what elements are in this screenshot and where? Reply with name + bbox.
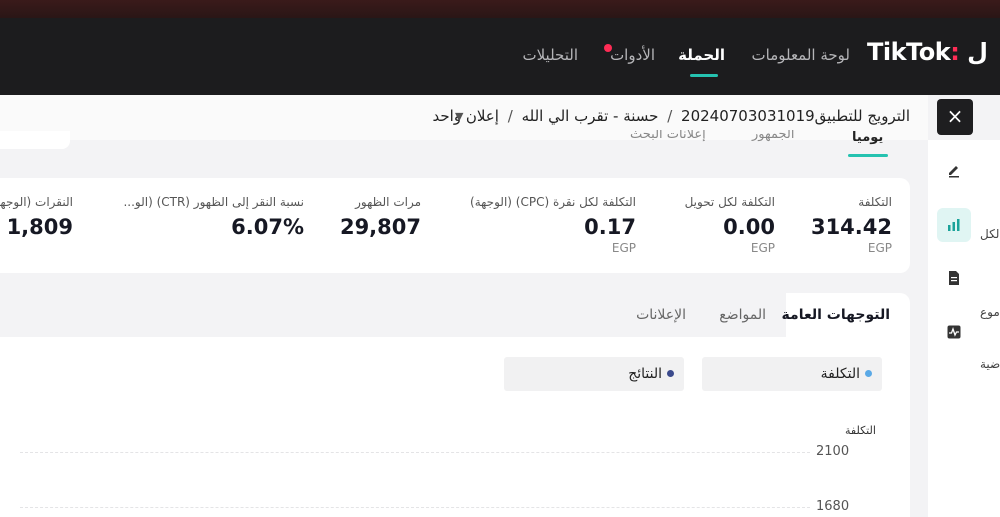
breadcrumb: الترويج للتطبيق20240703031019 / حسنة - ت…: [433, 107, 910, 125]
metric-value: 0.00: [723, 215, 775, 239]
metric-unit: EGP: [611, 241, 636, 255]
metric-unit: EGP: [867, 241, 892, 255]
metric-ctr[interactable]: نسبة النقر إلى الظهور (CTR) (الو... 6.07…: [123, 195, 304, 239]
legend-results-dot: [667, 370, 674, 377]
tab-audience[interactable]: الجمهور: [752, 130, 794, 142]
y-tick-label: 2100: [816, 444, 850, 459]
metric-value: 314.42: [810, 215, 892, 239]
tab-daily[interactable]: يوميا: [852, 130, 883, 145]
nav-analytics[interactable]: التحليلات: [522, 46, 578, 64]
legend-results-selector[interactable]: النتائج: [504, 357, 684, 391]
metric-label: التكلفة: [858, 195, 892, 209]
legend-results-label: النتائج: [628, 366, 662, 382]
gridline: [20, 507, 810, 509]
metric-label: النقرات (الوجهة: [0, 195, 73, 209]
browser-strip: [0, 0, 1000, 18]
gridline: [20, 452, 810, 454]
nav-campaign[interactable]: الحملة: [678, 46, 725, 64]
breadcrumb-campaign[interactable]: الترويج للتطبيق20240703031019: [681, 107, 910, 125]
tab-daily-underline: [848, 154, 888, 157]
metric-impressions[interactable]: مرات الظهور 29,807: [340, 195, 421, 239]
breadcrumb-separator: /: [507, 107, 513, 125]
tab-ads[interactable]: الإعلانات: [636, 307, 686, 323]
y-axis-label: التكلفة: [845, 424, 876, 437]
metric-cpc[interactable]: التكلفة لكل نقرة (CPC) (الوجهة) 0.17 EGP: [470, 195, 636, 255]
chevron-down-icon[interactable]: ▼: [455, 110, 463, 123]
metric-unit: EGP: [750, 241, 775, 255]
rail-text: ضية: [980, 357, 1000, 371]
notification-dot: [604, 44, 612, 52]
metric-clicks[interactable]: النقرات (الوجهة 1,809: [0, 195, 73, 239]
rail-text: الكل: [980, 227, 1000, 241]
close-button[interactable]: ×: [937, 99, 973, 135]
metric-label: مرات الظهور: [355, 195, 421, 209]
y-tick-label: 1680: [816, 499, 850, 514]
metric-value: 1,809: [6, 215, 73, 239]
edit-icon[interactable]: [937, 154, 971, 188]
breadcrumb-ad[interactable]: إعلان واحد: [433, 107, 499, 125]
activity-icon[interactable]: [937, 315, 971, 349]
metric-label: التكلفة لكل نقرة (CPC) (الوجهة): [470, 195, 636, 209]
nav-active-underline: [690, 74, 718, 77]
legend-cost-dot: [865, 370, 872, 377]
tab-search-ads[interactable]: إعلانات البحث: [630, 130, 706, 142]
breadcrumb-adgroup[interactable]: حسنة - تقرب الي الله: [522, 107, 659, 125]
nav-tools[interactable]: الأدوات: [610, 46, 655, 64]
metric-value: 29,807: [339, 215, 421, 239]
metric-value: 0.17: [584, 215, 636, 239]
metric-label: التكلفة لكل تحويل: [684, 195, 775, 209]
sub-tabs: إعلانات البحث الجمهور يوميا: [600, 130, 910, 158]
metric-cost[interactable]: التكلفة 314.42 EGP: [811, 195, 892, 255]
legend-cost-selector[interactable]: التكلفة: [702, 357, 882, 391]
document-icon[interactable]: [937, 261, 971, 295]
top-navigation-bar: [0, 0, 1000, 95]
tiktok-logo[interactable]: TikTok: ل: [867, 38, 989, 66]
date-picker-card: [0, 131, 70, 149]
metric-label: نسبة النقر إلى الظهور (CTR) (الو...: [123, 195, 304, 209]
chart-icon[interactable]: [937, 208, 971, 242]
metrics-card: التكلفة 314.42 EGP التكلفة لكل تحويل 0.0…: [0, 178, 910, 273]
legend-cost-label: التكلفة: [820, 366, 860, 382]
tab-overall-trends[interactable]: التوجهات العامة: [782, 307, 890, 323]
rail-text: موع: [980, 305, 1000, 319]
tab-placements[interactable]: المواضع: [719, 307, 766, 323]
metric-value: 6.07%: [231, 215, 304, 239]
metric-cost-per-conversion[interactable]: التكلفة لكل تحويل 0.00 EGP: [685, 195, 775, 255]
breadcrumb-separator: /: [667, 107, 673, 125]
nav-dashboard[interactable]: لوحة المعلومات: [752, 46, 851, 64]
